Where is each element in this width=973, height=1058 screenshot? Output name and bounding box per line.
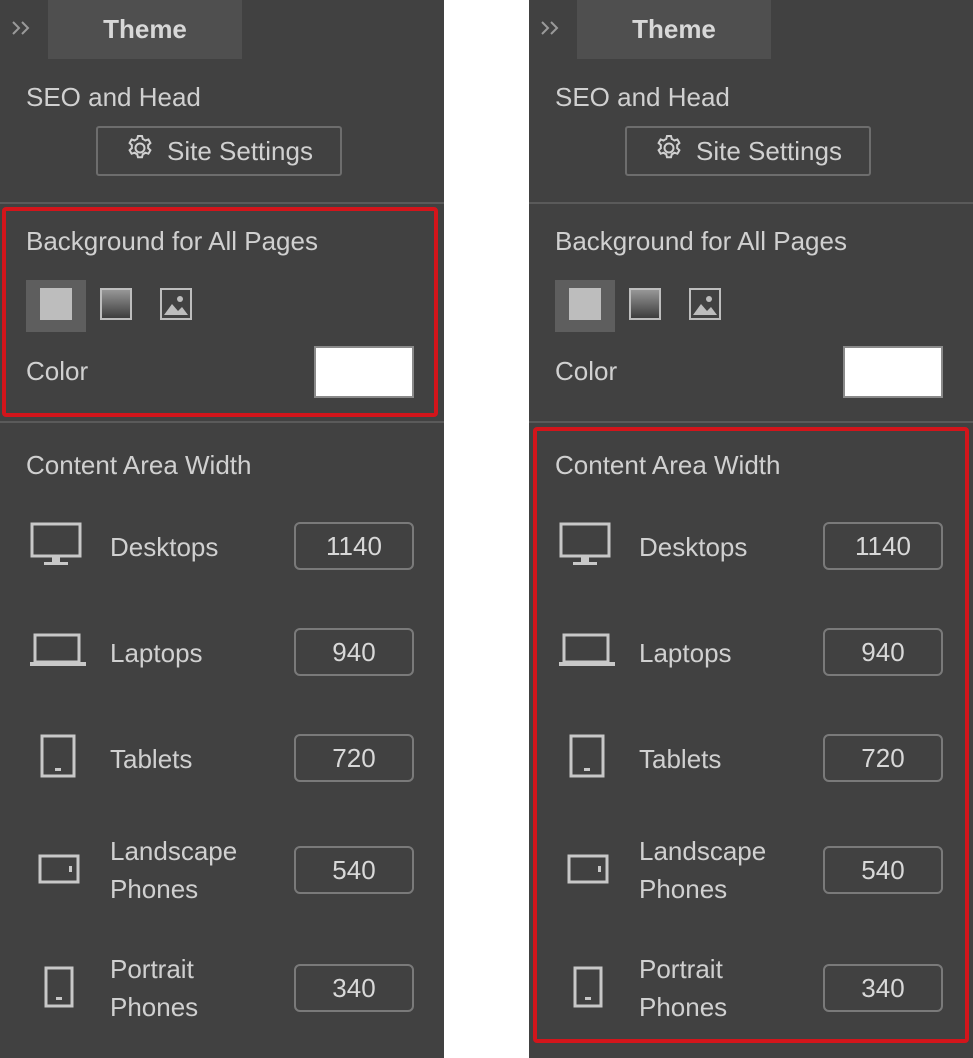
portrait-phone-icon: [44, 966, 74, 1013]
landscape-phone-icon: [38, 854, 80, 889]
color-swatch[interactable]: [843, 346, 943, 398]
bg-image-button[interactable]: [675, 280, 735, 332]
seo-section-title: SEO and Head: [26, 82, 201, 112]
device-label: Desktops: [110, 532, 219, 562]
divider: [529, 202, 973, 204]
tab-theme[interactable]: Theme: [577, 0, 771, 59]
site-settings-label: Site Settings: [696, 135, 842, 166]
seo-section-title: SEO and Head: [555, 82, 730, 112]
width-input-desktops[interactable]: 1140: [294, 522, 414, 570]
divider: [529, 421, 973, 423]
device-label: Landscape Phones: [110, 836, 238, 904]
bg-gradient-button[interactable]: [615, 280, 675, 332]
width-input-portrait-phones[interactable]: 340: [294, 964, 414, 1012]
width-input-tablets[interactable]: 720: [294, 734, 414, 782]
background-section-title: Background for All Pages: [555, 226, 847, 256]
device-label: Tablets: [110, 744, 193, 774]
site-settings-label: Site Settings: [167, 135, 313, 166]
site-settings-button[interactable]: Site Settings: [625, 126, 871, 176]
solid-icon: [569, 287, 601, 325]
double-chevron-right-icon[interactable]: [10, 18, 34, 38]
content-width-title: Content Area Width: [26, 450, 252, 480]
divider: [0, 202, 444, 204]
color-label: Color: [555, 356, 618, 386]
laptop-icon: [30, 632, 86, 673]
highlight-box-content-width: [533, 427, 969, 1043]
tab-theme[interactable]: Theme: [48, 0, 242, 59]
highlight-box-background: [2, 207, 438, 417]
theme-panel-left: Theme SEO and Head Site Settings Backgro…: [0, 0, 444, 1058]
tablet-icon: [40, 734, 76, 783]
gear-icon: [125, 133, 155, 170]
device-label: Portrait Phones: [110, 954, 199, 1022]
bg-solid-button[interactable]: [555, 280, 615, 332]
gear-icon: [654, 133, 684, 170]
theme-panel-right: Theme SEO and Head Site Settings Backgro…: [529, 0, 973, 1058]
image-icon: [689, 287, 721, 325]
gradient-icon: [629, 287, 661, 325]
device-label: Laptops: [110, 638, 203, 668]
double-chevron-right-icon[interactable]: [539, 18, 563, 38]
site-settings-button[interactable]: Site Settings: [96, 126, 342, 176]
desktop-icon: [30, 522, 82, 571]
divider: [0, 421, 444, 423]
width-input-laptops[interactable]: 940: [294, 628, 414, 676]
width-input-landscape-phones[interactable]: 540: [294, 846, 414, 894]
